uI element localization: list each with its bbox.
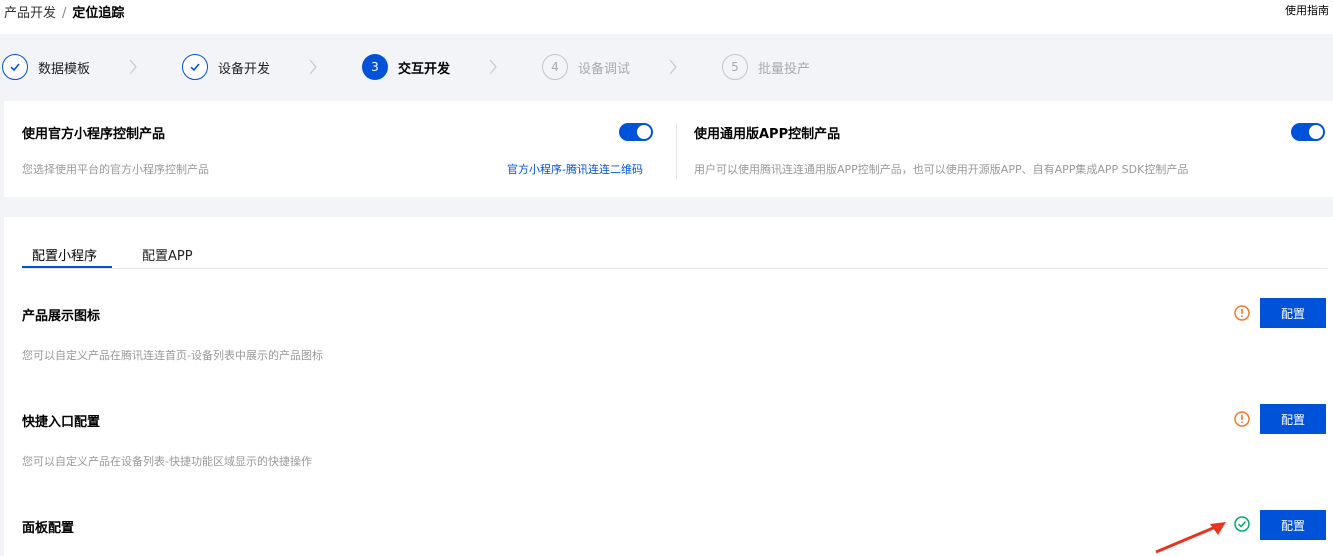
item-desc-shortcut: 您可以自定义产品在设备列表-快捷功能区域显示的快捷操作	[22, 455, 312, 468]
item-title-shortcut: 快捷入口配置	[22, 415, 101, 430]
exclamation-circle-icon	[1234, 411, 1250, 427]
exclamation-circle-icon	[1234, 305, 1250, 321]
chevron-right-icon	[308, 58, 318, 76]
step-2[interactable]: 设备开发	[182, 54, 270, 80]
stepper: 数据模板 设备开发 3 交互开发 4 设备调试 5 批量投产	[0, 34, 1333, 98]
control-options-card: 使用官方小程序控制产品 您选择使用平台的官方小程序控制产品 官方小程序-腾讯连连…	[4, 101, 1333, 197]
miniprogram-control-toggle[interactable]	[619, 123, 653, 141]
miniprogram-control-title: 使用官方小程序控制产品	[22, 127, 166, 142]
step-5[interactable]: 5 批量投产	[722, 54, 810, 80]
step-label: 设备开发	[218, 61, 271, 77]
miniprogram-control-desc: 您选择使用平台的官方小程序控制产品	[22, 163, 209, 176]
step-3[interactable]: 3 交互开发	[362, 54, 450, 80]
app-control-desc: 用户可以使用腾讯连连通用版APP控制产品，也可以使用开源版APP、自有APP集成…	[694, 163, 1189, 176]
config-tabs: 配置小程序 配置APP	[22, 239, 1327, 269]
breadcrumb: 产品开发 / 定位追踪	[4, 2, 124, 21]
breadcrumb-separator: /	[62, 6, 67, 21]
top-bar: 产品开发 / 定位追踪 使用指南	[0, 0, 1333, 34]
step-4[interactable]: 4 设备调试	[542, 54, 630, 80]
step-label: 批量投产	[758, 61, 811, 77]
tab-config-miniprogram[interactable]: 配置小程序	[32, 245, 97, 264]
step-1[interactable]: 数据模板	[2, 54, 90, 80]
annotation-arrow-icon	[1155, 522, 1226, 554]
step-number: 4	[542, 54, 568, 80]
chevron-right-icon	[488, 58, 498, 76]
miniprogram-qrcode-link[interactable]: 官方小程序-腾讯连连二维码	[507, 161, 643, 177]
step-number: 3	[362, 54, 388, 80]
step-label: 数据模板	[38, 61, 91, 77]
item-desc-product-icon: 您可以自定义产品在腾讯连连首页-设备列表中展示的产品图标	[22, 349, 323, 362]
active-tab-indicator	[22, 266, 112, 268]
check-icon	[182, 54, 208, 80]
check-circle-icon	[1234, 516, 1250, 532]
step-number: 5	[722, 54, 748, 80]
breadcrumb-parent[interactable]: 产品开发	[4, 6, 56, 21]
tab-config-app[interactable]: 配置APP	[142, 245, 193, 264]
chevron-right-icon	[128, 58, 138, 76]
item-title-product-icon: 产品展示图标	[22, 309, 101, 324]
breadcrumb-current: 定位追踪	[72, 6, 125, 21]
check-icon	[2, 54, 28, 80]
divider	[676, 123, 677, 179]
guide-link[interactable]: 使用指南	[1285, 2, 1329, 18]
config-card: 配置小程序 配置APP 产品展示图标 您可以自定义产品在腾讯连连首页-设备列表中…	[4, 217, 1333, 556]
item-title-panel: 面板配置	[22, 521, 75, 536]
step-label: 设备调试	[578, 61, 631, 77]
config-product-icon-button[interactable]: 配置	[1260, 298, 1326, 328]
config-shortcut-button[interactable]: 配置	[1260, 404, 1326, 434]
app-control-toggle[interactable]	[1291, 123, 1325, 141]
config-panel-button[interactable]: 配置	[1260, 510, 1326, 540]
step-label: 交互开发	[398, 61, 451, 77]
chevron-right-icon	[668, 58, 678, 76]
app-control-title: 使用通用版APP控制产品	[694, 127, 841, 142]
